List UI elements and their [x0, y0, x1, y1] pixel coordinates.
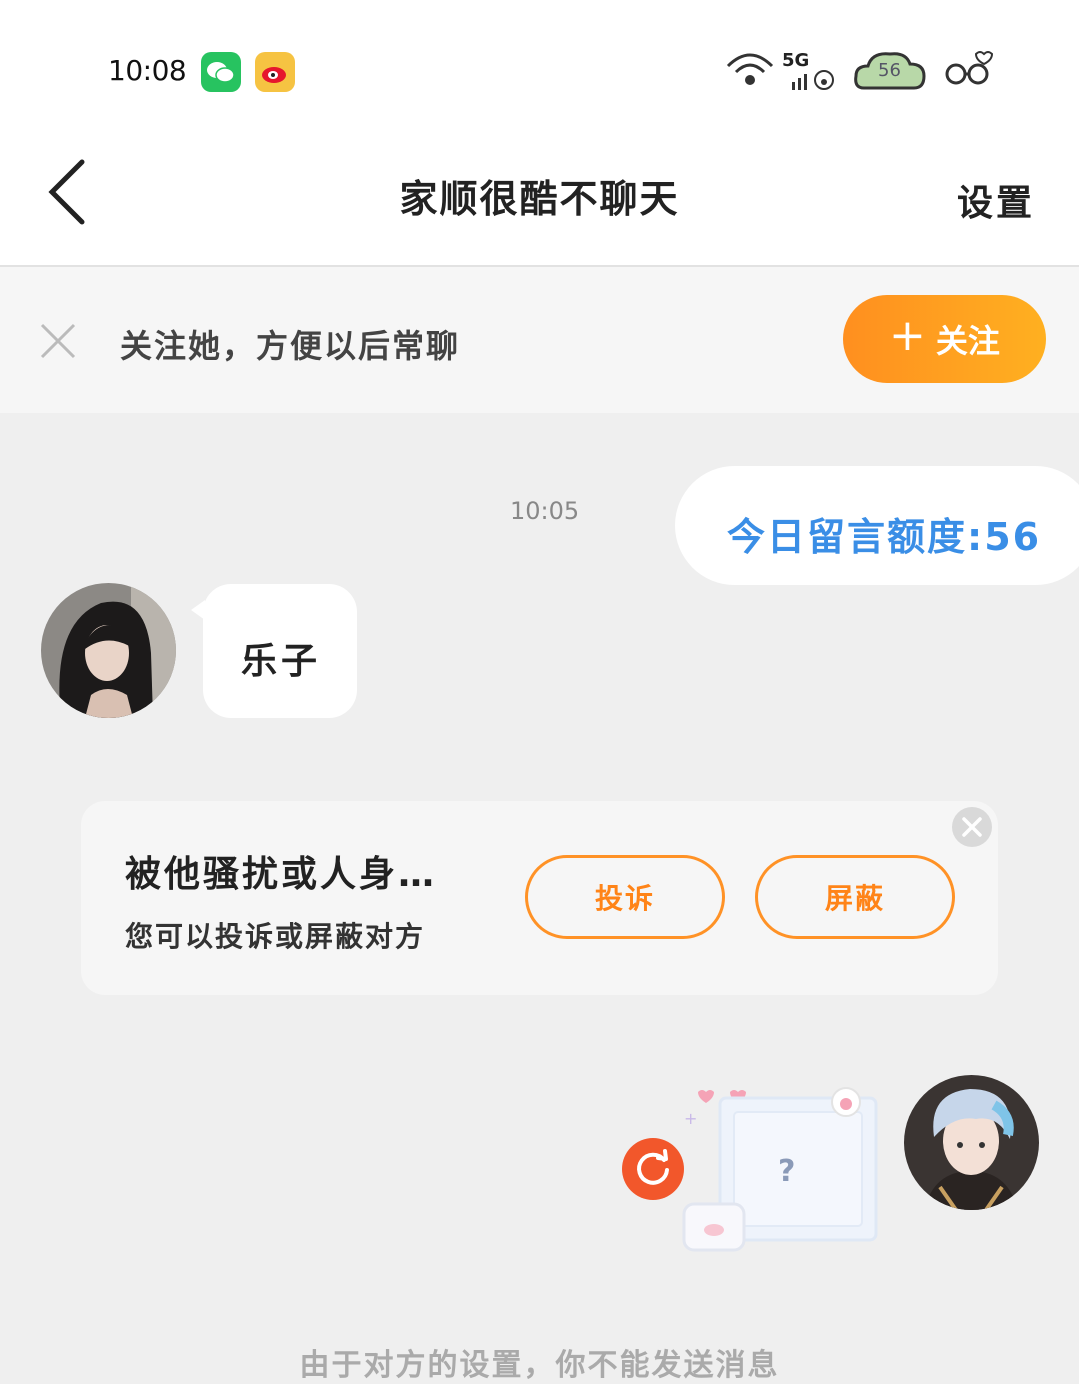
plus-icon: + [889, 310, 926, 361]
svg-text:+: + [684, 1109, 697, 1128]
incoming-message-text: 乐子 [241, 641, 322, 682]
battery-level: 56 [878, 60, 901, 81]
signal-icon [792, 70, 834, 90]
close-report-card-button[interactable] [952, 807, 992, 847]
footer-notice: 由于对方的设置，你不能发送消息 [299, 1348, 780, 1383]
settings-button[interactable]: 设置 [957, 174, 1035, 226]
follow-button-label: 关注 [935, 322, 1000, 360]
follow-prompt: 关注她，方便以后常聊 [120, 327, 461, 365]
my-avatar[interactable] [904, 1075, 1039, 1210]
wifi-icon [726, 53, 774, 85]
quota-text: 今日留言额度:56 [727, 515, 1042, 559]
follow-button[interactable]: + 关注 [843, 295, 1046, 383]
follow-bar: 关注她，方便以后常聊 + 关注 [0, 267, 1079, 413]
block-button[interactable]: 屏蔽 [755, 855, 955, 939]
image-message[interactable]: + ? [680, 1080, 880, 1260]
close-icon [40, 323, 76, 359]
page-title: 家顺很酷不聊天 [399, 177, 680, 221]
report-card: 被他骚扰或人身… 您可以投诉或屏蔽对方 投诉 屏蔽 [81, 801, 998, 995]
close-icon [962, 817, 982, 837]
quota-pill: 今日留言额度:56 [675, 466, 1079, 585]
resend-button[interactable] [622, 1138, 684, 1200]
nav-bar: 家顺很酷不聊天 设置 [0, 130, 1079, 267]
weibo-icon [255, 52, 295, 92]
glasses-icon [945, 51, 994, 85]
battery-icon: 56 [852, 48, 928, 92]
image-placeholder-text: ? [778, 1154, 796, 1189]
wechat-icon [201, 52, 241, 92]
report-subtitle: 您可以投诉或屏蔽对方 [125, 920, 426, 953]
status-bar: 10:08 5G 56 [0, 0, 1079, 130]
close-follow-button[interactable] [36, 319, 80, 363]
message-timestamp: 10:05 [510, 497, 580, 525]
retry-icon [637, 1149, 669, 1185]
incoming-message-bubble[interactable]: 乐子 [191, 584, 357, 718]
report-title: 被他骚扰或人身… [125, 854, 438, 895]
contact-avatar[interactable] [41, 583, 176, 718]
report-button[interactable]: 投诉 [525, 855, 725, 939]
status-time: 10:08 [108, 54, 187, 87]
